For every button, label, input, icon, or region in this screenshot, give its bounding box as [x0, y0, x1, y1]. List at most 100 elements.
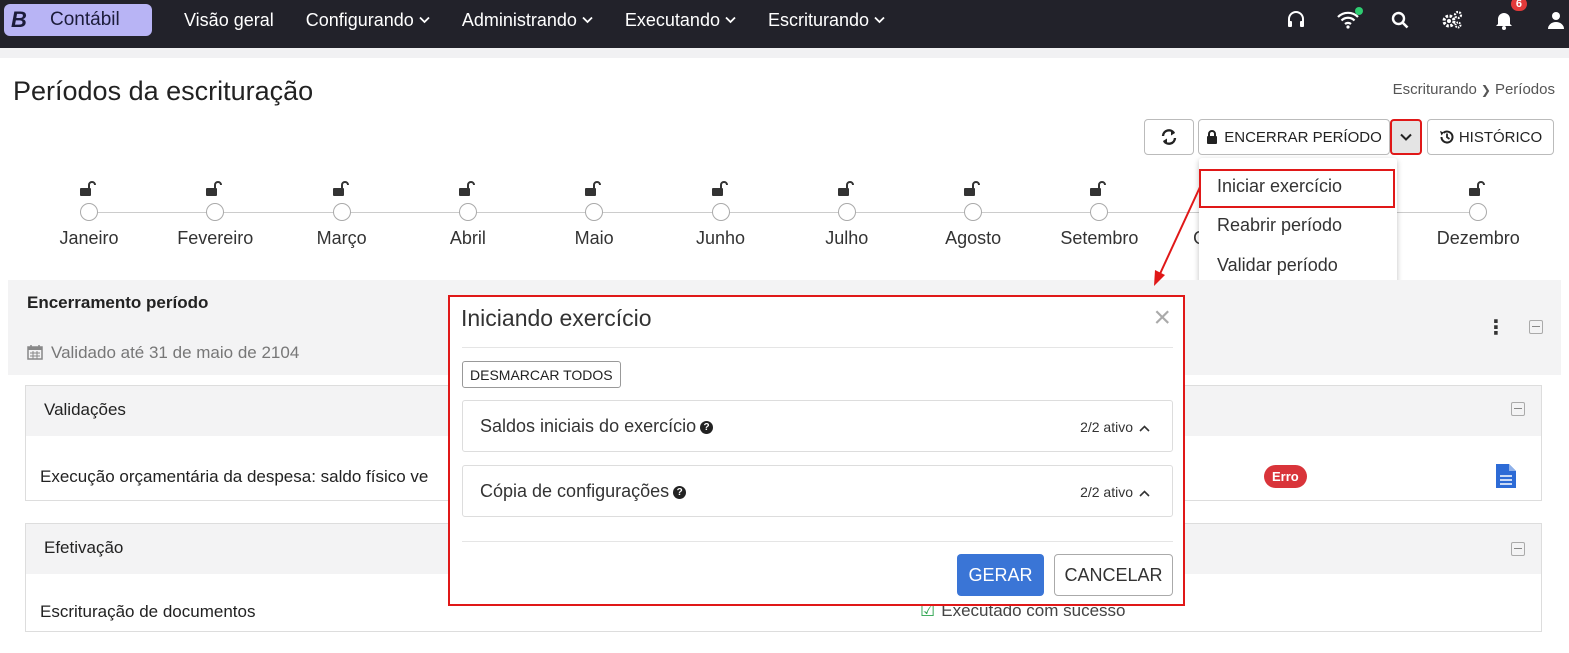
search-icon[interactable]: [1389, 9, 1411, 31]
close-icon[interactable]: ×: [1153, 301, 1171, 335]
online-indicator: [1355, 7, 1363, 15]
unlock-icon: [1090, 181, 1107, 196]
validacoes-row-text: Execução orçamentária da despesa: saldo …: [40, 467, 429, 486]
month-dot[interactable]: [585, 203, 604, 221]
month-item[interactable]: Abril: [408, 179, 528, 249]
breadcrumb-escriturando[interactable]: Escriturando: [1393, 81, 1477, 98]
month-dot[interactable]: [964, 203, 983, 221]
collapse-icon[interactable]: [1511, 402, 1525, 416]
nav-item-escriturando[interactable]: Escriturando: [768, 10, 885, 31]
accordion-label: Cópia de configurações?: [480, 481, 687, 502]
month-item[interactable]: Agosto: [913, 179, 1033, 249]
month-item[interactable]: Julho: [787, 179, 907, 249]
month-dot[interactable]: [458, 203, 477, 221]
help-icon[interactable]: ?: [700, 420, 714, 434]
month-label: Março: [316, 228, 367, 248]
breadcrumb-periodos: Períodos: [1494, 81, 1555, 98]
kebab-menu-icon[interactable]: ⋮: [1486, 315, 1506, 340]
gerar-button[interactable]: GERAR: [957, 554, 1044, 596]
brand-name: Contábil: [50, 9, 120, 30]
modal-divider: [462, 347, 1173, 348]
month-dot[interactable]: [206, 203, 225, 221]
menu-item-validar-periodo[interactable]: Validar período: [1217, 255, 1338, 276]
efetivacao-row-text: Escrituração de documentos: [40, 602, 256, 621]
refresh-icon: [1161, 129, 1177, 145]
month-item[interactable]: Maio: [534, 179, 654, 249]
chevron-down-icon: [874, 16, 885, 24]
brand-logo[interactable]: B Contábil: [4, 4, 152, 36]
month-dot[interactable]: [1469, 203, 1488, 221]
headset-icon[interactable]: [1285, 9, 1307, 31]
unlock-icon: [585, 181, 602, 196]
history-icon: [1439, 130, 1454, 144]
month-item[interactable]: Dezembro: [1418, 179, 1538, 249]
efetivacao-title: Efetivação: [44, 538, 124, 557]
validacoes-title: Validações: [44, 400, 126, 419]
calendar-icon: [27, 345, 43, 360]
month-label: Abril: [449, 228, 486, 248]
user-icon[interactable]: [1545, 9, 1567, 31]
validated-info: Validado até 31 de maio de 2104: [27, 343, 299, 363]
historico-button[interactable]: HISTÓRICO: [1427, 119, 1554, 155]
nav-item-administrando[interactable]: Administrando: [462, 10, 593, 31]
month-dot[interactable]: [332, 203, 351, 221]
month-item[interactable]: Janeiro: [29, 179, 149, 249]
accordion-label: Saldos iniciais do exercício?: [480, 416, 714, 437]
month-item[interactable]: Junho: [661, 179, 781, 249]
month-label: Junho: [695, 228, 746, 248]
nav-item-configurando[interactable]: Configurando: [306, 10, 430, 31]
accordion-saldos-iniciais[interactable]: Saldos iniciais do exercício? 2/2 ativo: [462, 400, 1173, 452]
nav-item-visao-geral[interactable]: Visão geral: [184, 10, 274, 31]
accordion-status: 2/2 ativo: [1080, 484, 1150, 500]
unlock-icon: [1469, 181, 1486, 196]
bell-icon[interactable]: 6: [1493, 0, 1527, 31]
chevron-down-icon: [582, 16, 593, 24]
page-title: Períodos da escrituração: [13, 76, 314, 106]
encerrar-periodo-button[interactable]: ENCERRAR PERÍODO: [1198, 119, 1390, 155]
month-label: Dezembro: [1436, 228, 1520, 248]
unlock-icon: [837, 181, 854, 196]
nav-icons: 6: [1255, 0, 1569, 40]
month-dot[interactable]: [837, 203, 856, 221]
menu-item-iniciar-exercicio[interactable]: Iniciar exercício: [1217, 176, 1342, 197]
encerrar-dropdown-menu: Iniciar exercício Reabrir período Valida…: [1199, 158, 1397, 292]
wifi-icon[interactable]: [1337, 7, 1363, 31]
month-dot[interactable]: [711, 203, 730, 221]
month-dot[interactable]: [80, 203, 98, 221]
accordion-status: 2/2 ativo: [1080, 419, 1150, 435]
nav-item-executando[interactable]: Executando: [625, 10, 736, 31]
month-label: Fevereiro: [177, 228, 254, 248]
lock-icon: [1207, 130, 1218, 144]
modal-divider: [462, 541, 1173, 542]
month-label: Julho: [825, 228, 869, 248]
help-icon[interactable]: ?: [673, 485, 687, 499]
month-item[interactable]: Setembro: [1039, 179, 1159, 249]
refresh-button[interactable]: [1144, 119, 1194, 155]
desmarcar-todos-button[interactable]: DESMARCAR TODOS: [462, 361, 621, 388]
unlock-icon: [964, 181, 981, 196]
month-item[interactable]: Março: [282, 179, 402, 249]
gears-icon[interactable]: [1441, 9, 1463, 31]
chevron-down-icon: [419, 16, 430, 24]
collapse-icon[interactable]: [1511, 542, 1525, 556]
encerrar-dropdown-toggle[interactable]: [1390, 119, 1422, 155]
month-label: Janeiro: [59, 228, 119, 248]
unlock-icon: [206, 181, 223, 196]
brand-letter: B: [11, 7, 27, 32]
card-title: Encerramento período: [27, 293, 209, 312]
month-item[interactable]: Fevereiro: [155, 179, 275, 249]
month-label: Maio: [574, 228, 614, 248]
validated-text: Validado até 31 de maio de 2104: [51, 343, 300, 362]
cancelar-button[interactable]: CANCELAR: [1054, 554, 1173, 596]
month-dot[interactable]: [1090, 203, 1109, 221]
historico-label: HISTÓRICO: [1458, 128, 1543, 146]
accordion-copia-configuracoes[interactable]: Cópia de configurações? 2/2 ativo: [462, 465, 1173, 517]
modal-title: Iniciando exercício: [461, 305, 652, 331]
unlock-icon: [332, 181, 349, 196]
chevron-down-icon: [725, 16, 736, 24]
menu-item-reabrir-periodo[interactable]: Reabrir período: [1217, 215, 1342, 236]
collapse-icon[interactable]: [1529, 320, 1543, 334]
chevron-right-icon: ❯: [1480, 83, 1491, 97]
main-menu: Visão geral Configurando Administrando E…: [184, 0, 917, 40]
document-icon[interactable]: [1496, 464, 1516, 488]
